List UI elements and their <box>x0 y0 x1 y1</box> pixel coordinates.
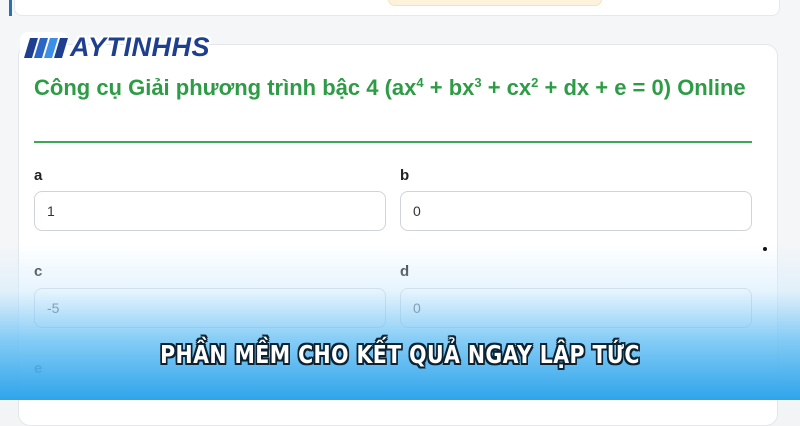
logo-stripes-icon <box>20 32 68 62</box>
left-accent-rule <box>9 0 12 16</box>
exponent-3: 3 <box>474 75 482 90</box>
stray-dot <box>763 247 767 251</box>
title-underline <box>34 141 752 143</box>
caption-banner-gradient <box>0 244 800 400</box>
coefficient-a-input[interactable] <box>34 191 386 231</box>
page-title: Công cụ Giải phương trình bậc 4 (ax4 + b… <box>34 75 746 100</box>
site-logo: AYTINHHS <box>18 30 228 70</box>
exponent-4: 4 <box>416 75 424 90</box>
banner-caption: PHẦN MỀM CHO KẾT QUẢ NGAY LẬP TỨC <box>160 340 640 369</box>
coefficient-b-input[interactable] <box>400 191 752 231</box>
previous-card-highlight <box>388 0 602 6</box>
field-label-a: a <box>34 167 43 184</box>
field-label-b: b <box>400 167 410 184</box>
logo-wordmark: AYTINHHS <box>70 32 211 62</box>
